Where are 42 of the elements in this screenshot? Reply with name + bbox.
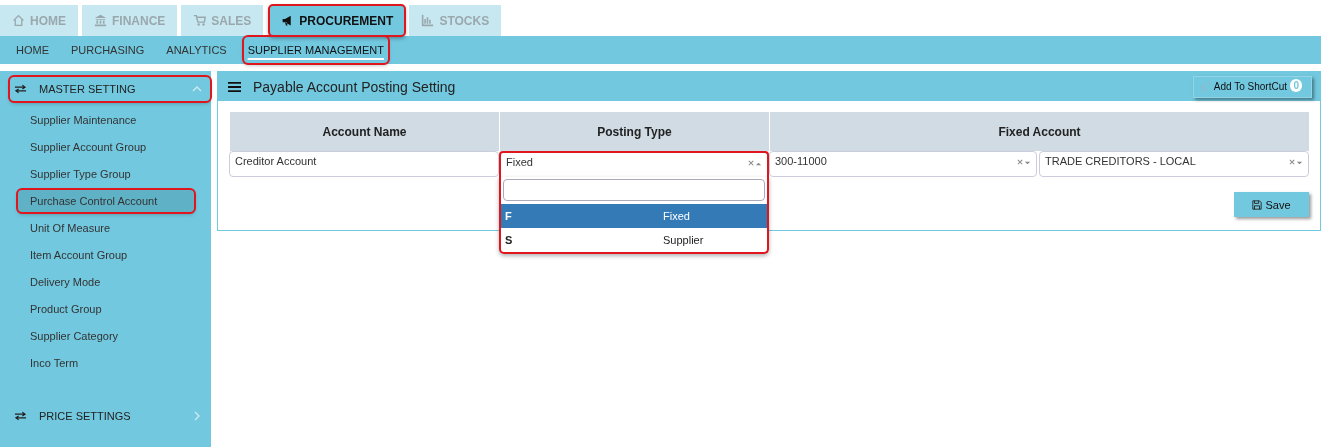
house-icon	[12, 14, 25, 27]
option-code: F	[505, 210, 513, 222]
sub-tab[interactable]: ANALYTICS	[155, 37, 238, 63]
dropdown-option[interactable]: F Fixed	[501, 204, 767, 228]
clear-caret-icon	[748, 160, 762, 167]
module-tab[interactable]: PROCUREMENT	[269, 5, 406, 36]
swap-arrows-icon	[14, 411, 27, 421]
sidebar-section[interactable]: MASTER SETTING	[10, 77, 210, 101]
sidebar-item[interactable]: Supplier Maintenance	[18, 109, 194, 131]
clear-caret-icon	[1017, 159, 1031, 166]
dropdown-option[interactable]: S Supplier	[501, 228, 767, 252]
menu-icon[interactable]	[228, 80, 241, 93]
sidebar-item[interactable]: Item Account Group	[18, 244, 194, 266]
account-code-select[interactable]: 300-11000	[769, 151, 1037, 177]
panel-title: Payable Account Posting Setting	[253, 78, 457, 95]
sub-tab[interactable]: PURCHASING	[60, 37, 156, 63]
sidebar-item[interactable]: Inco Term	[18, 352, 194, 374]
save-button[interactable]: Save	[1234, 192, 1309, 217]
sub-tab[interactable]: HOME	[5, 37, 60, 63]
sidebar-item[interactable]: Unit Of Measure	[18, 217, 194, 239]
option-label: Supplier	[663, 234, 704, 246]
option-code: S	[505, 234, 514, 246]
sidebar-item[interactable]: Product Group	[18, 298, 194, 320]
chevron-right-icon	[192, 411, 202, 421]
sub-tab[interactable]: SUPPLIER MANAGEMENT	[243, 37, 388, 63]
chevron-up-icon	[192, 84, 202, 94]
rocket-icon	[1199, 81, 1211, 92]
cart-icon	[193, 14, 207, 27]
posting-type-select[interactable]: Fixed	[499, 151, 769, 177]
dropdown-search-field[interactable]	[503, 179, 765, 201]
account-name-field[interactable]: Creditor Account	[229, 151, 499, 177]
sidebar-item[interactable]: Purchase Control Account	[18, 190, 194, 212]
option-label: Fixed	[663, 210, 690, 222]
sidebar-item[interactable]: Delivery Mode	[18, 271, 194, 293]
account-name-select[interactable]: TRADE CREDITORS - LOCAL	[1039, 151, 1309, 177]
bank-icon	[94, 14, 107, 27]
sidebar-item[interactable]: Supplier Type Group	[18, 163, 194, 185]
sidebar-item[interactable]: Supplier Account Group	[18, 136, 194, 158]
swap-arrows-icon	[14, 84, 27, 94]
sidebar-item[interactable]: Supplier Category	[18, 325, 194, 347]
clear-caret-icon	[1289, 159, 1303, 166]
bar-chart-icon	[421, 14, 435, 27]
